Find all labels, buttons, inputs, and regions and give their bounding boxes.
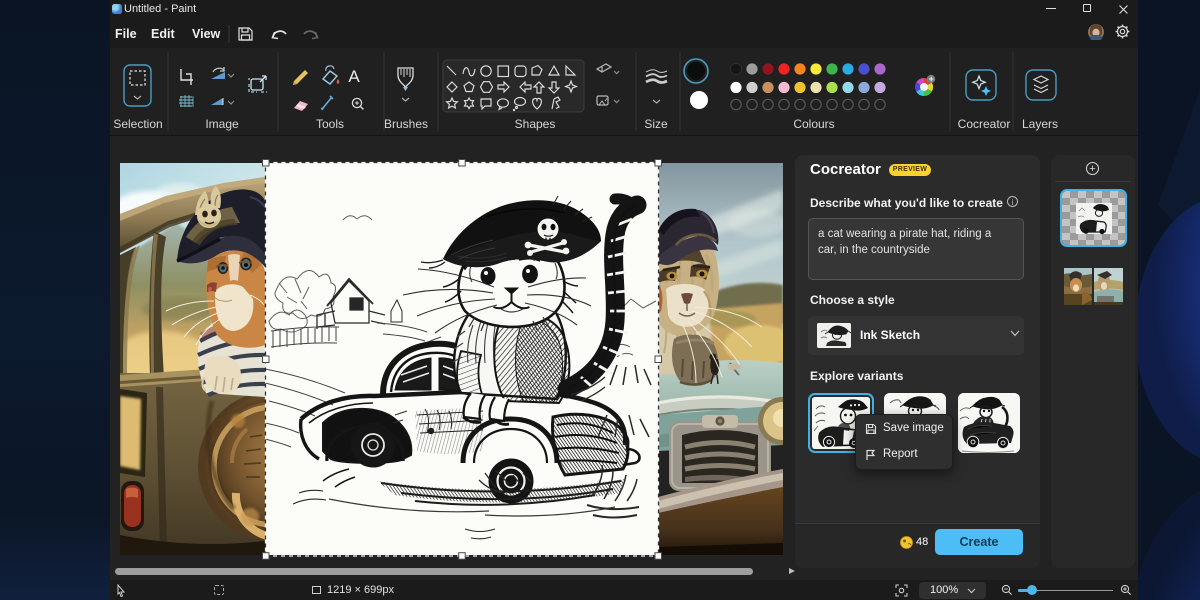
svg-text:Layers: Layers [1022, 117, 1058, 131]
svg-text:Size: Size [644, 117, 668, 131]
svg-text:Tools: Tools [316, 117, 344, 131]
svg-text:Shapes: Shapes [515, 117, 556, 131]
svg-text:Brushes: Brushes [384, 117, 428, 131]
svg-text:Image: Image [205, 117, 239, 131]
svg-text:Cocreator: Cocreator [958, 117, 1011, 131]
svg-text:A: A [348, 67, 360, 86]
svg-text:Selection: Selection [113, 117, 162, 131]
svg-text:Colours: Colours [793, 117, 834, 131]
